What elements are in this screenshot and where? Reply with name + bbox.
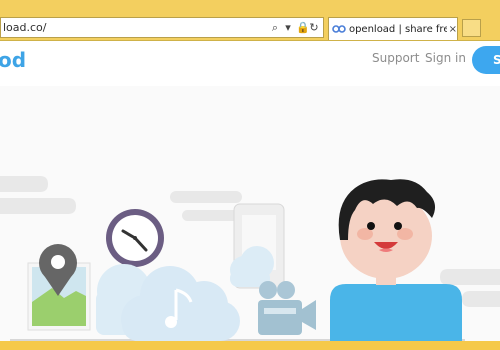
- tab-title: openload | share free witho...: [348, 23, 447, 35]
- site-logo[interactable]: od: [0, 48, 26, 72]
- site-header: od Support Sign in S: [0, 41, 500, 86]
- character-illustration: [330, 179, 462, 341]
- address-icons: ⌕ ▾ 🔒 ↻: [270, 21, 323, 35]
- sign-in-link[interactable]: Sign in: [425, 51, 466, 65]
- photo-map-icon: [27, 244, 91, 331]
- support-link[interactable]: Support: [372, 51, 419, 65]
- hero-illustration: [0, 176, 500, 341]
- openload-icon: [332, 25, 346, 33]
- refresh-icon[interactable]: ↻: [309, 21, 319, 34]
- hero-section: [0, 86, 500, 341]
- new-tab-button[interactable]: [462, 19, 481, 37]
- web-page: od Support Sign in S: [0, 41, 500, 341]
- address-text[interactable]: load.co/: [1, 21, 47, 34]
- search-icon[interactable]: ⌕: [270, 21, 280, 35]
- video-camera-icon: [258, 281, 316, 335]
- dropdown-icon[interactable]: ▾: [283, 21, 293, 34]
- browser-bottom-frame: [0, 341, 500, 350]
- signup-button[interactable]: S: [472, 46, 500, 74]
- tab-close-button[interactable]: ×: [449, 24, 457, 35]
- address-bar[interactable]: load.co/ ⌕ ▾ 🔒 ↻: [0, 17, 324, 38]
- lock-icon[interactable]: 🔒: [296, 21, 310, 34]
- browser-chrome: load.co/ ⌕ ▾ 🔒 ↻ openload | share free w…: [0, 0, 500, 41]
- browser-tab[interactable]: openload | share free witho... ×: [328, 17, 458, 40]
- clock-icon: [106, 209, 164, 267]
